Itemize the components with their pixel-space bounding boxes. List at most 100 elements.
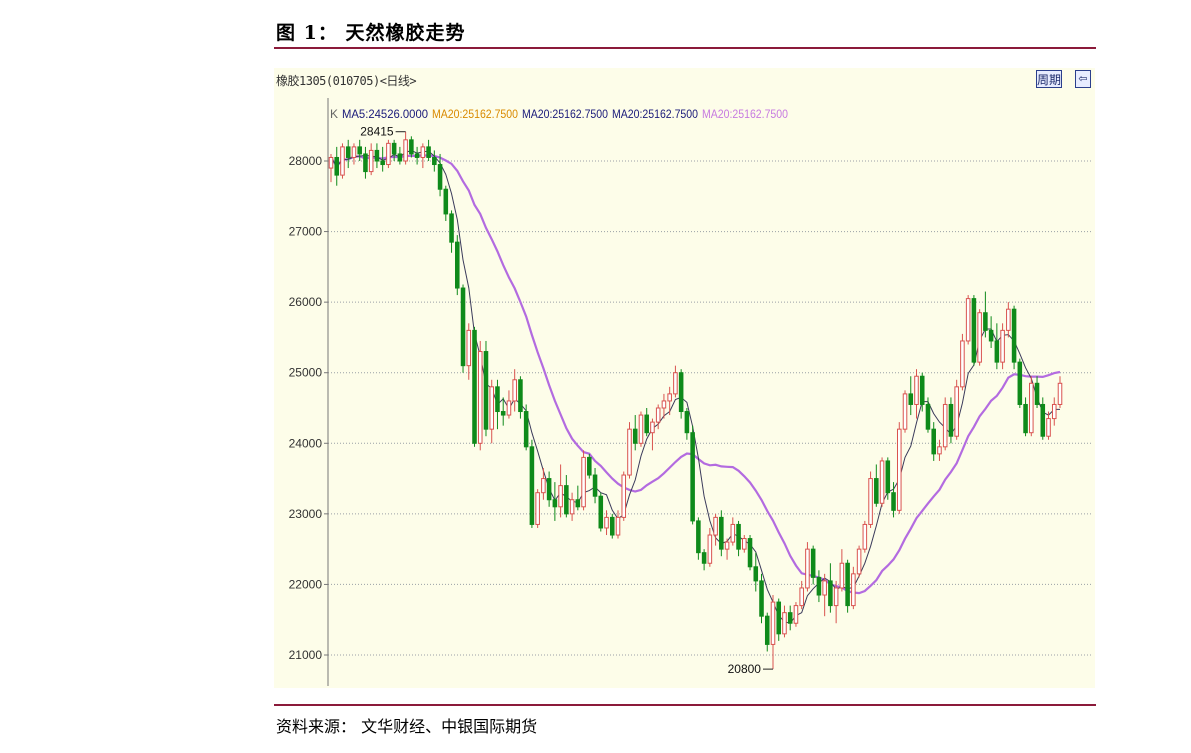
chart-panel: 21000 22000 23000 24000 25000 26000 27000 28000… [274,68,1095,688]
candle [690,425,695,525]
period-button[interactable]: 周期 [1036,70,1062,88]
candle-body [1011,308,1017,363]
candle-body [822,580,827,596]
candle [776,598,782,641]
legend-item: MA20:25162.7500 [522,107,608,121]
annotation-label: 20800 [728,662,762,676]
candle-body [529,446,535,525]
candle [564,475,569,518]
candle [965,295,971,345]
candlestick-chart: 21000 22000 23000 24000 25000 26000 27000 28000… [289,98,1092,686]
y-tick-label: 25000 [289,366,323,380]
candle [432,150,437,172]
candle [644,408,649,437]
candle [374,143,380,169]
candle [874,464,879,507]
y-tick-label: 28000 [289,154,323,168]
candle-body [477,351,483,444]
candle-body [793,605,799,624]
candle-body [374,149,380,162]
candle-body [420,146,426,158]
candle [541,467,546,500]
candle-body [598,495,604,529]
candle [477,340,483,451]
candle-body [460,287,466,367]
candle [1023,397,1028,437]
candle [1057,376,1063,408]
candle-body [397,153,403,162]
candle-body [340,146,345,176]
candle [684,408,690,440]
candle-body [667,393,672,402]
candle [896,422,902,514]
candle-body [1006,308,1011,331]
arrow-left-icon[interactable]: ⇦ [1075,70,1091,88]
candle-body [650,421,655,434]
candle [805,542,810,592]
candle [828,563,833,613]
candle-body [449,213,454,243]
candle [707,527,713,567]
y-tick-label: 26000 [289,295,323,309]
candle [879,457,885,507]
y-tick-label: 27000 [289,225,323,239]
candle-body [673,372,678,395]
candle-body [862,523,868,550]
legend-item: MA20:25162.7500 [432,107,518,121]
candle-body [615,516,621,536]
candle-body [753,566,759,582]
candle [621,471,627,521]
candle-body [764,615,770,645]
candle-body [983,312,988,331]
candle [1046,411,1051,440]
candle [592,467,598,504]
candle-body [776,601,782,635]
candle-body [948,403,954,437]
candle [713,513,718,546]
legend-prefix: K [330,107,338,121]
candle-body [627,428,632,476]
candle [977,309,982,366]
candle-body [466,329,472,367]
candle [954,379,959,440]
legend-item: MA20:25162.7500 [612,107,698,121]
candle-body [1029,382,1034,434]
y-tick-label: 21000 [289,648,323,662]
candle-body [931,428,936,455]
candle [363,146,368,179]
instrument-label: 橡胶1305(010705)<日线> [276,74,417,88]
candle [994,323,1000,370]
figure-title: 图 1： 天然橡胶走势 [276,22,466,44]
candle-body [1034,382,1040,405]
candle-body [977,312,982,363]
candle-body [604,516,609,529]
candle [449,210,454,253]
candle-body [994,340,1000,363]
candle-body [684,411,690,434]
candle-body [942,403,948,448]
candle-body [1046,418,1051,437]
candle [455,235,460,296]
candle-body [965,298,971,342]
source-note: 资料来源： 文华财经、中银国际期货 [276,717,538,736]
candle-body [391,142,397,155]
candle-body [696,520,701,554]
ma5-line [330,149,1060,624]
candle [673,365,678,398]
candle [856,545,862,578]
candle-body [839,562,845,589]
candle [609,513,615,539]
candle-body [902,393,908,430]
candle [793,602,799,627]
candle-body [432,156,437,166]
candle-body [713,516,718,536]
candle [340,143,345,179]
candle [420,143,426,169]
candle [466,323,472,380]
candle [414,146,420,165]
candle [1000,323,1005,370]
candle [742,535,747,553]
candle [627,422,632,479]
candle-body [724,541,730,550]
candle-body [500,411,506,416]
